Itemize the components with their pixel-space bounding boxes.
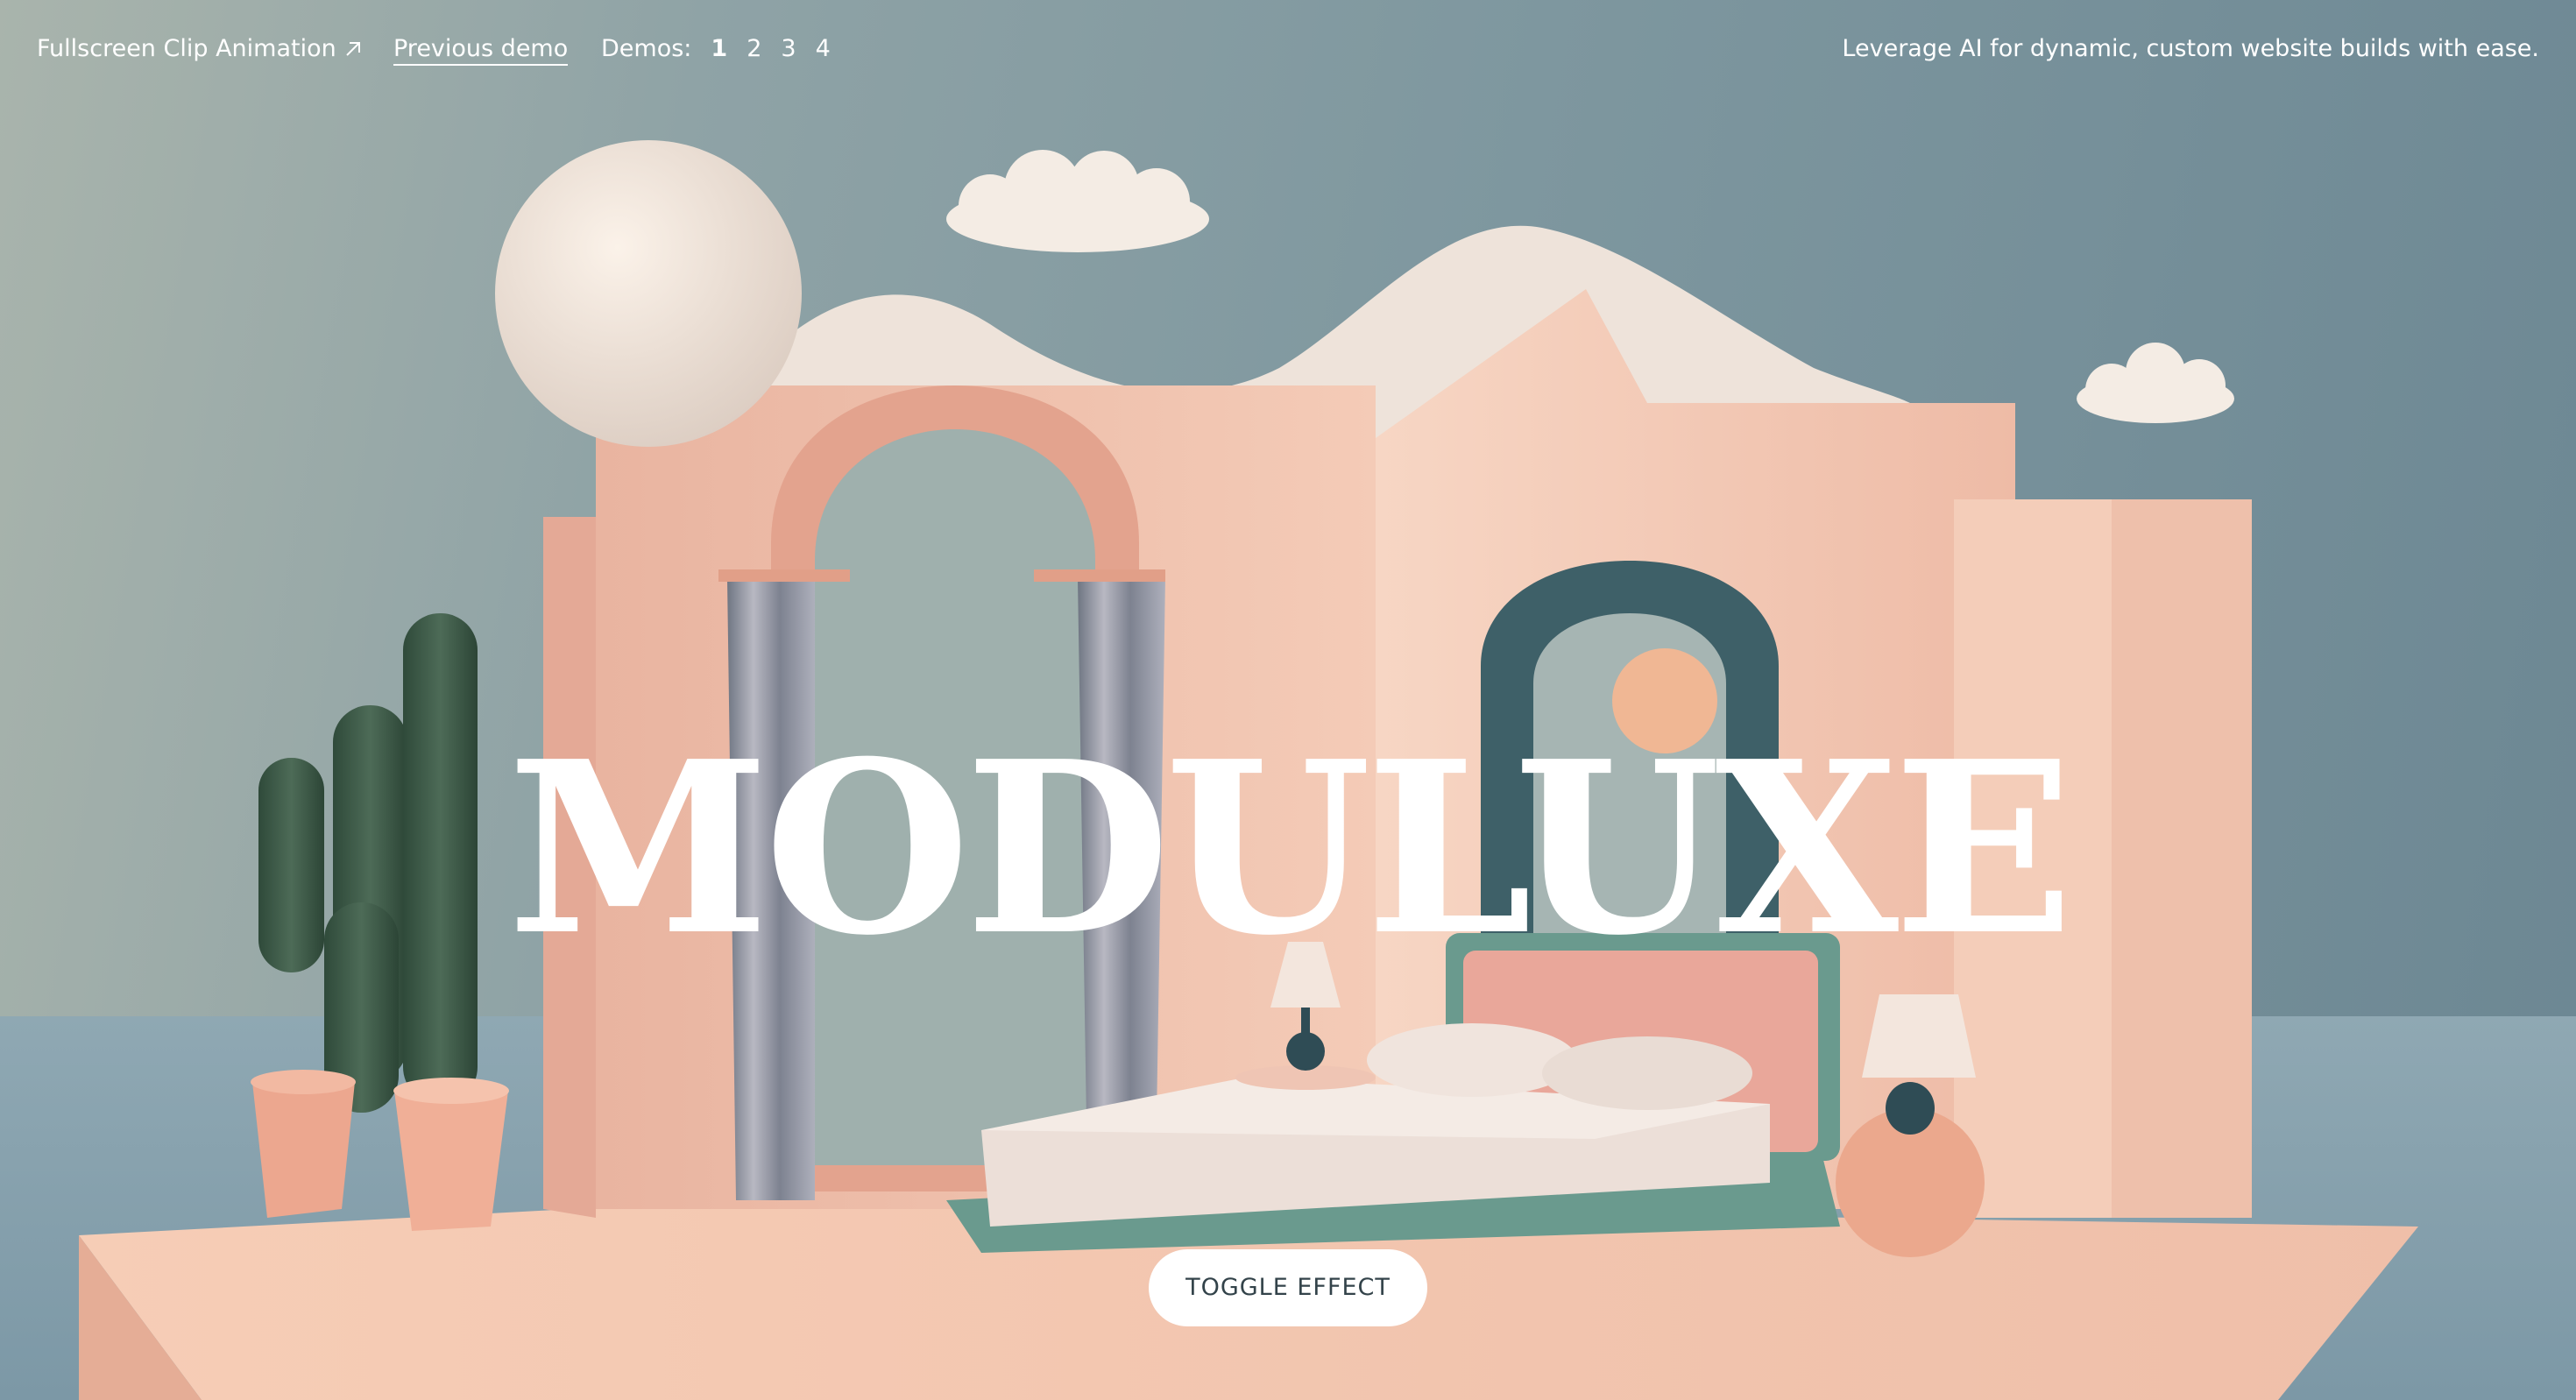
demo-link-3[interactable]: 3 bbox=[781, 35, 796, 62]
arrow-up-right-icon bbox=[346, 42, 360, 56]
demos-selector: Demos: 1 2 3 4 bbox=[601, 35, 831, 62]
top-navigation-bar: Fullscreen Clip Animation Previous demo … bbox=[0, 0, 2576, 96]
fullscreen-clip-animation-link[interactable]: Fullscreen Clip Animation bbox=[37, 35, 363, 62]
demo-link-2[interactable]: 2 bbox=[747, 35, 761, 62]
demo-link-4[interactable]: 4 bbox=[816, 35, 831, 62]
demo-link-1[interactable]: 1 bbox=[711, 35, 727, 62]
tagline: Leverage AI for dynamic, custom website … bbox=[1842, 35, 2539, 62]
previous-demo-link[interactable]: Previous demo bbox=[393, 35, 569, 66]
demos-label: Demos: bbox=[601, 35, 692, 62]
hero-title: MODULUXE bbox=[507, 708, 2074, 987]
title-link-label: Fullscreen Clip Animation bbox=[37, 35, 336, 62]
background-scene-illustration bbox=[0, 140, 2576, 1400]
toggle-effect-button[interactable]: TOGGLE EFFECT bbox=[1149, 1249, 1427, 1326]
